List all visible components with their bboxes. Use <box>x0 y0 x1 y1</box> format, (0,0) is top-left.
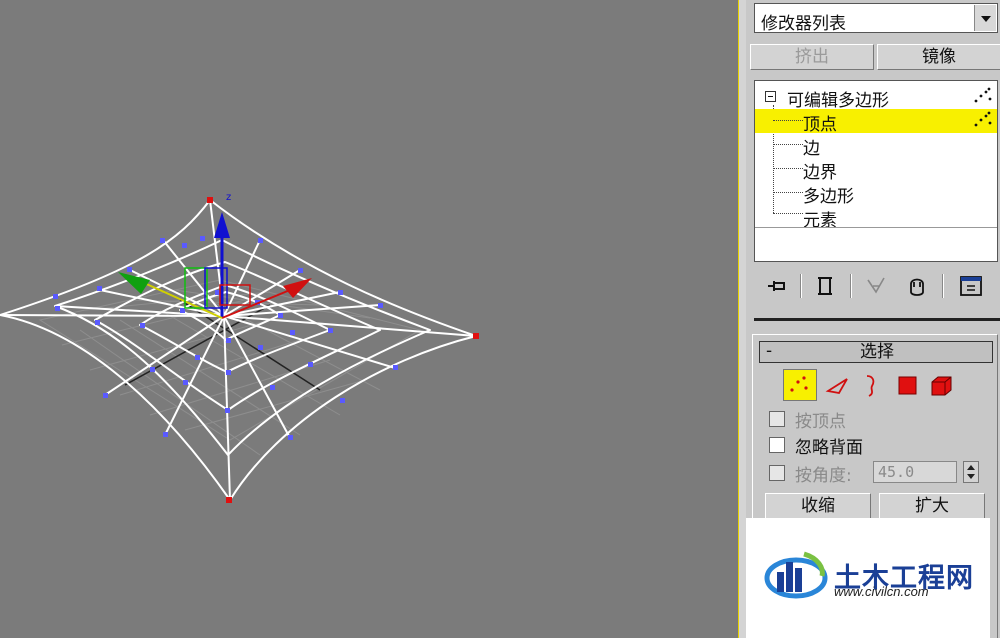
stack-item-vertex[interactable]: 顶点 <box>755 109 997 135</box>
remove-modifier-icon[interactable] <box>904 274 930 298</box>
angle-spinner[interactable] <box>963 461 979 483</box>
stack-item-label: 多边形 <box>803 187 854 207</box>
perspective-viewport[interactable]: z <box>0 0 738 638</box>
collapse-icon[interactable] <box>765 91 776 102</box>
chevron-down-icon[interactable] <box>974 5 996 31</box>
selection-dots-icon <box>974 111 992 127</box>
stack-root-item[interactable]: 可编辑多边形 <box>755 85 997 111</box>
stack-item-label: 顶点 <box>803 115 837 135</box>
by-angle-checkbox[interactable] <box>769 465 785 481</box>
grow-button[interactable]: 扩大 <box>879 493 985 519</box>
ignore-backfacing-label: 忽略背面 <box>795 438 863 458</box>
selection-rollout-header[interactable]: - 选择 <box>759 341 993 363</box>
mirror-button[interactable]: 镜像 <box>877 44 1000 70</box>
extrude-button[interactable]: 挤出 <box>750 44 874 70</box>
by-vertex-label: 按顶点 <box>795 412 846 432</box>
selection-dots-icon <box>974 87 992 103</box>
angle-value-field[interactable]: 45.0 <box>873 461 957 483</box>
civilcn-logo-icon <box>764 551 828 599</box>
polygon-icon[interactable] <box>895 373 921 399</box>
polygon-mesh <box>0 199 477 501</box>
rollout-title: 选择 <box>860 342 894 362</box>
corner-vertices[interactable] <box>207 197 479 503</box>
border-icon[interactable] <box>857 373 883 399</box>
ignore-backfacing-checkbox[interactable] <box>769 437 785 453</box>
watermark-url: www.civilcn.com <box>834 584 929 599</box>
stack-item-element[interactable]: 元素 <box>755 205 997 231</box>
shrink-button[interactable]: 收缩 <box>765 493 871 519</box>
stack-item-border[interactable]: 边界 <box>755 157 997 183</box>
viewport-canvas[interactable]: z <box>0 0 738 638</box>
stack-root-label: 可编辑多边形 <box>787 91 889 111</box>
z-axis-label: z <box>226 192 231 203</box>
modifier-list-dropdown[interactable]: 修改器列表 <box>754 3 998 34</box>
modifier-list-text: 修改器列表 <box>761 14 846 34</box>
stack-item-label: 边界 <box>803 163 837 183</box>
edge-icon[interactable] <box>825 373 851 399</box>
vertex-mode-button[interactable] <box>783 369 817 401</box>
rollout-collapse-sign: - <box>766 341 773 361</box>
stack-item-edge[interactable]: 边 <box>755 133 997 159</box>
vertex-icon <box>790 376 808 392</box>
pin-stack-icon[interactable] <box>764 274 790 298</box>
stack-item-label: 边 <box>803 139 820 159</box>
modifier-stack[interactable]: 可编辑多边形 顶点 边 边界 多边形 元素 <box>754 80 998 262</box>
by-vertex-checkbox[interactable] <box>769 411 785 427</box>
by-angle-label: 按角度: <box>795 466 852 486</box>
stack-toolbar <box>754 268 998 304</box>
make-unique-icon[interactable] <box>864 274 890 298</box>
stack-item-polygon[interactable]: 多边形 <box>755 181 997 207</box>
site-watermark: 土木工程网 www.civilcn.com <box>746 518 990 638</box>
element-icon[interactable] <box>929 373 955 399</box>
configure-modifier-sets-icon[interactable] <box>958 274 984 298</box>
separator <box>754 318 1000 321</box>
show-end-result-icon[interactable] <box>812 274 838 298</box>
